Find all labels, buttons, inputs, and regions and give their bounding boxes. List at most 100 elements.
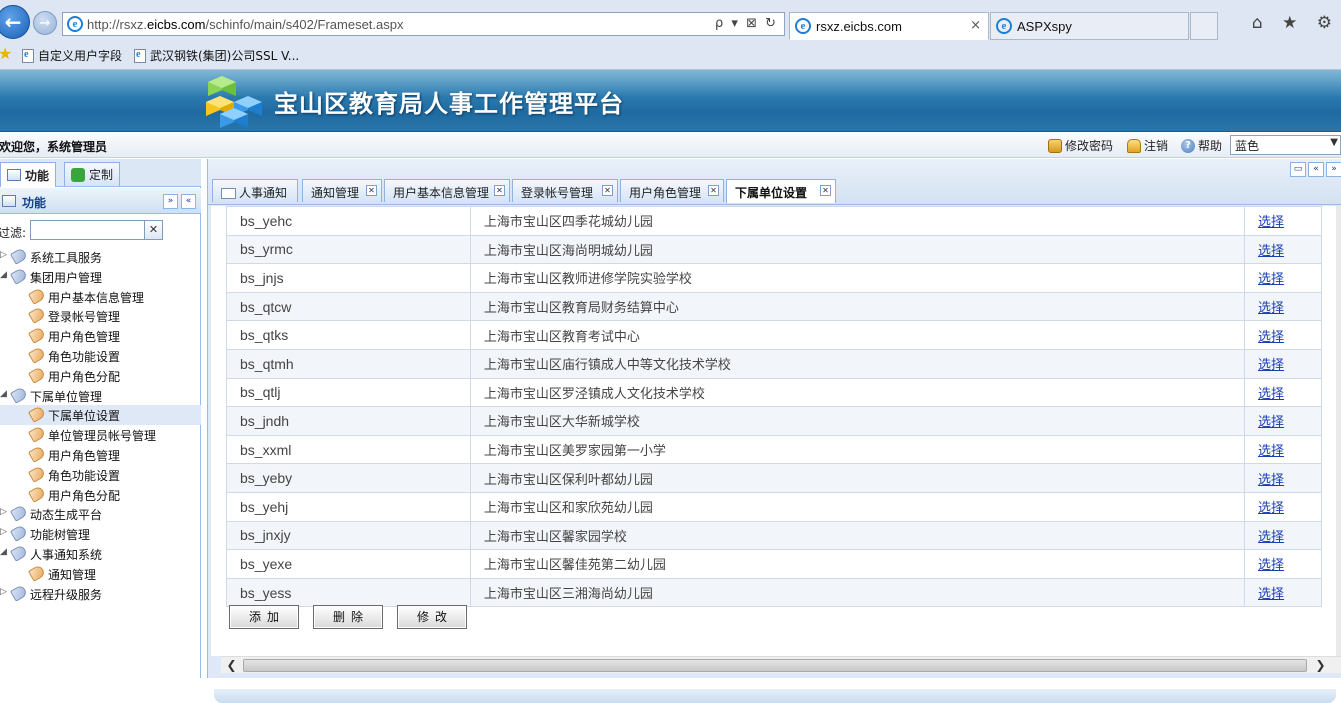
tab-5[interactable]: 用户角色管理 ✕ bbox=[620, 179, 724, 202]
close-tab-icon[interactable]: ✕ bbox=[494, 185, 505, 196]
restore-icon[interactable]: ▭ bbox=[1290, 162, 1306, 177]
tree-group[interactable]: ▷ 动态生成平台 bbox=[0, 504, 201, 524]
collapse-toggle-icon[interactable]: ◢ bbox=[0, 270, 7, 280]
tab-customize[interactable]: 定制 bbox=[64, 162, 121, 186]
add-button[interactable]: 添加 bbox=[229, 605, 299, 629]
unit-name-cell: 上海市宝山区馨佳苑第二幼儿园 bbox=[469, 549, 1246, 579]
select-link[interactable]: 选择 bbox=[1258, 444, 1284, 459]
tree-item[interactable]: 角色功能设置 bbox=[0, 465, 201, 485]
tree-item[interactable]: 登录帐号管理 bbox=[0, 306, 201, 326]
back-button[interactable]: ← bbox=[0, 5, 30, 39]
change-password-button[interactable]: 修改密码 bbox=[1048, 137, 1113, 154]
select-link[interactable]: 选择 bbox=[1258, 301, 1284, 316]
ie-tab-icon: e bbox=[996, 18, 1012, 34]
close-tab-icon[interactable]: ✕ bbox=[708, 185, 719, 196]
collapse-toggle-icon[interactable]: ◢ bbox=[0, 389, 7, 399]
tree-group[interactable]: ▷ 系统工具服务 bbox=[0, 247, 201, 267]
select-link[interactable]: 选择 bbox=[1258, 501, 1284, 516]
scroll-right-icon[interactable]: ❯ bbox=[1312, 658, 1329, 673]
select-link[interactable]: 选择 bbox=[1258, 330, 1284, 345]
edit-button[interactable]: 修改 bbox=[397, 605, 467, 629]
tab-6[interactable]: 下属单位设置 ✕ bbox=[726, 179, 836, 203]
tree-item[interactable]: 用户角色管理 bbox=[0, 445, 201, 465]
app-banner: 宝山区教育局人事工作管理平台 bbox=[0, 70, 1341, 132]
tree-group[interactable]: ◢ 人事通知系统 bbox=[0, 544, 201, 564]
unit-code-cell: bs_jndh bbox=[226, 406, 471, 436]
address-url: http://rsxz.eicbs.com/schinfo/main/s402/… bbox=[87, 17, 404, 32]
browser-tab-active[interactable]: e rsxz.eicbs.com × bbox=[789, 12, 989, 40]
collapse-toggle-icon[interactable]: ◢ bbox=[0, 547, 7, 557]
scroll-tabs-right-icon[interactable]: » bbox=[1326, 162, 1341, 177]
filter-input[interactable] bbox=[30, 220, 145, 240]
tab-2[interactable]: 通知管理 ✕ bbox=[302, 179, 382, 202]
tree-item[interactable]: 单位管理员帐号管理 bbox=[0, 425, 201, 445]
select-link[interactable]: 选择 bbox=[1258, 387, 1284, 402]
delete-button[interactable]: 删除 bbox=[313, 605, 383, 629]
select-link[interactable]: 选择 bbox=[1258, 558, 1284, 573]
expand-toggle-icon[interactable]: ▷ bbox=[0, 587, 7, 597]
collapse-all-icon[interactable]: « bbox=[181, 194, 196, 209]
tree-group[interactable]: ◢ 集团用户管理 bbox=[0, 267, 201, 287]
expand-toggle-icon[interactable]: ▷ bbox=[0, 527, 7, 537]
horizontal-scrollbar[interactable]: ❮ ❯ bbox=[221, 656, 1341, 673]
page-icon bbox=[134, 48, 146, 63]
tab-3[interactable]: 用户基本信息管理 ✕ bbox=[384, 179, 510, 202]
tree-item[interactable]: 用户角色分配 bbox=[0, 484, 201, 505]
scroll-left-icon[interactable]: ❮ bbox=[223, 658, 240, 673]
tree-group[interactable]: ▷ 远程升级服务 bbox=[0, 583, 201, 604]
favorite-link-2[interactable]: 武汉钢铁(集团)公司SSL V... bbox=[134, 47, 299, 64]
tree-item[interactable]: 用户角色管理 bbox=[0, 326, 201, 346]
theme-select[interactable]: 蓝色 ▼ bbox=[1230, 135, 1341, 155]
tag-icon bbox=[27, 405, 47, 424]
home-favorites-settings-icons[interactable]: ⌂ ★ ⚙ bbox=[1252, 13, 1339, 33]
action-cell: 选择 bbox=[1244, 377, 1322, 408]
expand-toggle-icon[interactable]: ▷ bbox=[0, 507, 7, 517]
tree-label: 用户角色管理 bbox=[48, 330, 121, 345]
tab-label: 登录帐号管理 bbox=[521, 186, 594, 200]
tree-item[interactable]: 角色功能设置 bbox=[0, 346, 201, 366]
select-link[interactable]: 选择 bbox=[1258, 215, 1284, 230]
scroll-tabs-left-icon[interactable]: « bbox=[1308, 162, 1324, 177]
address-bar[interactable]: e http://rsxz.eicbs.com/schinfo/main/s40… bbox=[62, 12, 785, 36]
table-row: bs_qtcw 上海市宝山区教育局财务结算中心 选择 bbox=[226, 291, 1322, 322]
close-tab-icon[interactable]: ✕ bbox=[366, 185, 377, 196]
address-tools-icons[interactable]: ρ ▾ ⊠ ↻ bbox=[715, 16, 778, 31]
tree-item[interactable]: 通知管理 bbox=[0, 564, 201, 584]
select-link[interactable]: 选择 bbox=[1258, 530, 1284, 545]
tree-item[interactable]: 用户基本信息管理 bbox=[0, 286, 201, 307]
close-tab-icon[interactable]: × bbox=[970, 18, 981, 33]
vertical-scrollbar[interactable] bbox=[1336, 206, 1341, 656]
tree-item[interactable]: 下属单位设置 bbox=[0, 405, 201, 426]
help-button[interactable]: ? 帮助 bbox=[1181, 137, 1222, 154]
select-link[interactable]: 选择 bbox=[1258, 358, 1284, 373]
logout-button[interactable]: 注销 bbox=[1127, 137, 1168, 154]
tree-group[interactable]: ▷ 功能树管理 bbox=[0, 524, 201, 544]
tab-4[interactable]: 登录帐号管理 ✕ bbox=[512, 179, 618, 202]
select-link[interactable]: 选择 bbox=[1258, 272, 1284, 287]
select-link[interactable]: 选择 bbox=[1258, 415, 1284, 430]
close-tab-icon[interactable]: ✕ bbox=[602, 185, 613, 196]
tree-item[interactable]: 用户角色分配 bbox=[0, 366, 201, 386]
select-link[interactable]: 选择 bbox=[1258, 587, 1284, 602]
ie-page-icon: e bbox=[67, 16, 83, 32]
select-link[interactable]: 选择 bbox=[1258, 473, 1284, 488]
select-link[interactable]: 选择 bbox=[1258, 244, 1284, 259]
table-row: bs_yehj 上海市宝山区和家欣苑幼儿园 选择 bbox=[226, 491, 1322, 522]
favorites-star-icon[interactable]: ★ bbox=[0, 44, 12, 63]
favorite-link-1[interactable]: 自定义用户字段 bbox=[22, 47, 122, 64]
tree-group[interactable]: ◢ 下属单位管理 bbox=[0, 385, 201, 406]
new-tab-button[interactable] bbox=[1190, 12, 1218, 40]
forward-button[interactable]: → bbox=[33, 11, 57, 35]
scrollbar-thumb[interactable] bbox=[243, 659, 1307, 672]
unit-code-cell: bs_jnxjy bbox=[226, 520, 471, 551]
filter-row: 过滤: ✕ bbox=[0, 219, 201, 243]
tab-1[interactable]: 人事通知 bbox=[212, 179, 298, 202]
tree-label: 集团用户管理 bbox=[30, 270, 103, 285]
panel-title: 功能 bbox=[22, 196, 47, 210]
tab-functions[interactable]: 功能 bbox=[0, 162, 57, 187]
clear-filter-button[interactable]: ✕ bbox=[144, 220, 163, 240]
browser-tab-aspxspy[interactable]: e ASPXspy bbox=[990, 12, 1189, 40]
expand-all-icon[interactable]: » bbox=[163, 194, 178, 209]
expand-toggle-icon[interactable]: ▷ bbox=[0, 250, 7, 260]
close-tab-icon[interactable]: ✕ bbox=[820, 185, 831, 196]
